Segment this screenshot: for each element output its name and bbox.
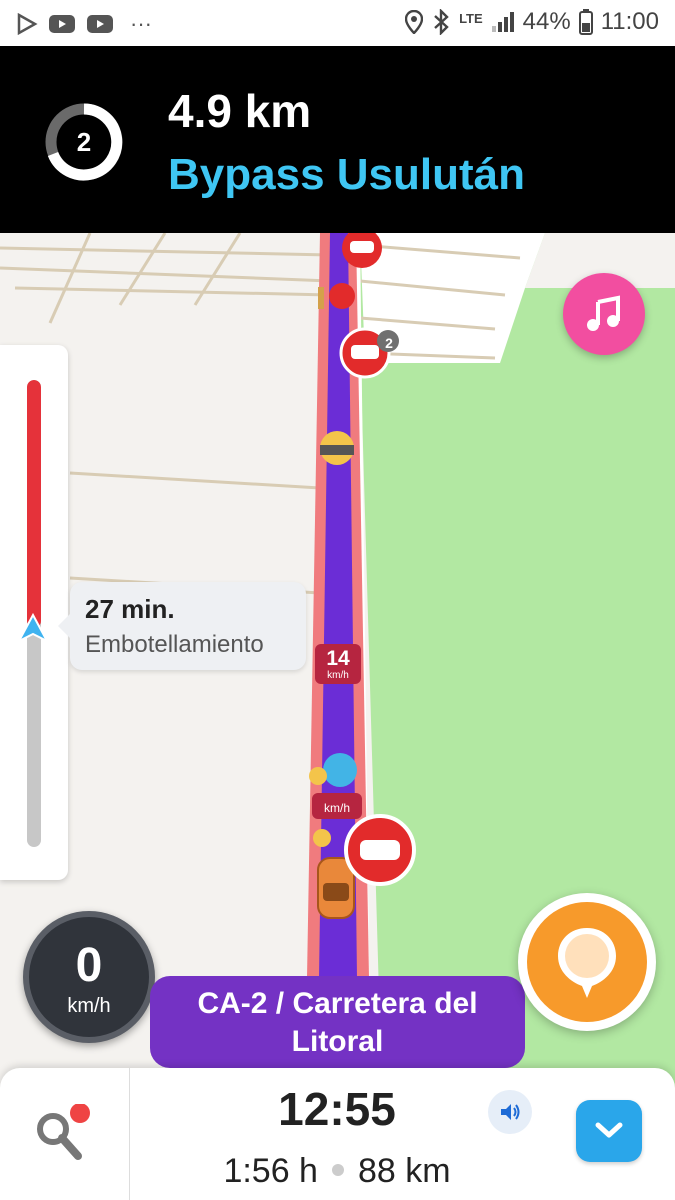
current-speed: 0 [75, 939, 103, 992]
current-street-pill: CA-2 / Carretera del Litoral [150, 976, 525, 1068]
speed-sign-value: 14 [326, 647, 350, 670]
search-icon [37, 1104, 90, 1160]
traffic-delay-bubble[interactable]: 27 min. Embotellamiento [58, 582, 306, 670]
system-indicators: LTE 44% 11:00 [405, 8, 659, 36]
speed-sign: km/h [312, 793, 362, 819]
signal-icon [491, 12, 514, 32]
report-button-inner [527, 902, 647, 1022]
music-button[interactable] [563, 273, 645, 355]
trip-distance: 88 km [357, 1152, 451, 1190]
play-store-icon [17, 13, 38, 35]
roundabout-exit-number: 2 [76, 127, 92, 157]
speed-unit: km/h [67, 995, 111, 1017]
speaker-icon [501, 1104, 520, 1120]
trip-summary: 1:56 h 88 km [130, 1152, 544, 1191]
route-progress-panel[interactable] [0, 345, 68, 880]
search-button[interactable] [0, 1068, 130, 1200]
speedometer: 0 km/h [23, 911, 155, 1043]
separator-dot [331, 1164, 344, 1177]
youtube-icon [87, 15, 113, 33]
next-turn-distance: 4.9 km [168, 85, 312, 137]
chevron-down-icon [595, 1122, 623, 1138]
network-type: LTE [459, 10, 483, 26]
speed-sign-unit: km/h [323, 801, 350, 815]
traffic-delay-minutes: 27 min. [85, 594, 175, 624]
report-pin-icon [558, 928, 616, 998]
speed-sign-unit: km/h [327, 670, 349, 681]
notification-icons: ··· [16, 11, 152, 37]
status-bar: ··· LTE 44% 11:00 [0, 0, 675, 46]
location-icon [405, 10, 424, 34]
more-notifications-icon: ··· [130, 11, 152, 36]
alert-count-badge: 2 [385, 335, 393, 351]
sound-settings-button[interactable] [488, 1090, 532, 1134]
speed-sign: 14 km/h [315, 644, 361, 684]
trip-duration: 1:56 h [223, 1152, 318, 1190]
arrival-time: 12:55 [278, 1083, 396, 1135]
navigation-instruction-panel[interactable]: 2 4.9 km Bypass Usulután [0, 46, 675, 233]
traffic-delay-label: Embotellamiento [85, 631, 264, 658]
clock: 11:00 [600, 8, 659, 35]
trip-bottom-bar[interactable]: 12:55 1:56 h 88 km [0, 1068, 675, 1200]
current-position-icon [17, 613, 49, 643]
battery-percent: 44% [522, 8, 571, 35]
report-button[interactable] [518, 893, 656, 1031]
music-note-icon [587, 295, 620, 331]
youtube-icon [49, 15, 75, 33]
battery-icon [578, 9, 593, 35]
construction-alert-icon[interactable] [320, 431, 354, 465]
traffic-progress-fill [27, 380, 41, 628]
bluetooth-icon [434, 9, 449, 35]
next-street-name: Bypass Usulután [168, 150, 525, 199]
expand-trip-button[interactable] [576, 1100, 642, 1162]
